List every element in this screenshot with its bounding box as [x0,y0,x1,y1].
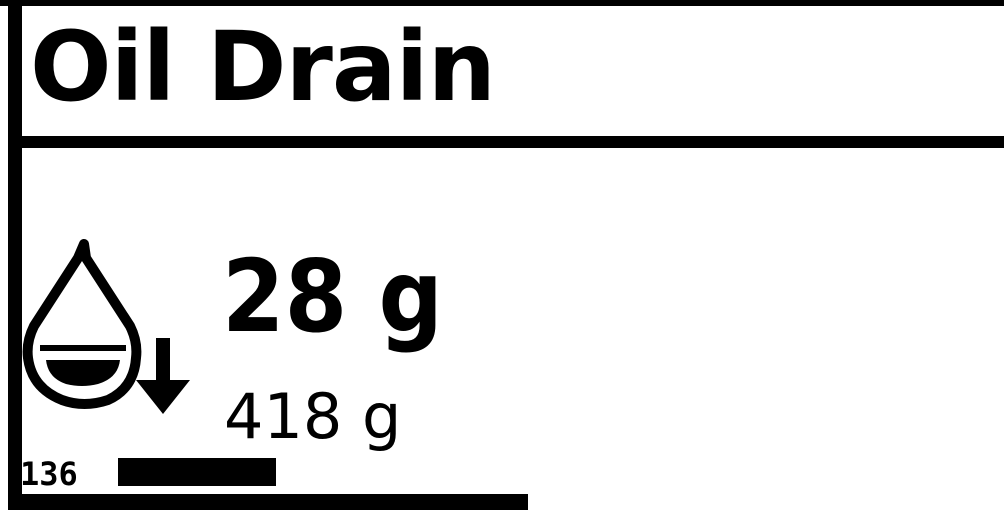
top-border [0,0,1004,6]
total-amount-value: 418 g [224,380,402,453]
title-divider [8,136,1004,148]
page-title: Oil Drain [30,11,496,123]
left-border [8,0,22,510]
drained-amount-value: 28 g [222,238,443,355]
status-bar [118,458,276,486]
oil-drop-drain-icon [22,238,202,418]
bottom-divider [8,494,528,510]
status-number: 136 [20,455,78,493]
